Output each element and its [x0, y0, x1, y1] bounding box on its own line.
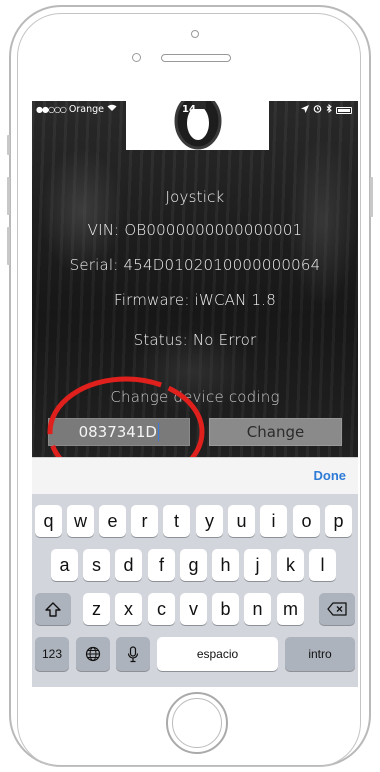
key-j[interactable]: j [244, 549, 271, 581]
numbers-key[interactable]: 123 [35, 637, 69, 671]
front-camera [191, 30, 199, 38]
change-button[interactable]: Change [209, 418, 342, 446]
power-button [370, 177, 373, 217]
key-n[interactable]: n [244, 593, 271, 625]
done-button[interactable]: Done [314, 468, 347, 483]
vin-label: VIN: OB0000000000000001 [87, 221, 303, 239]
key-c[interactable]: c [148, 593, 175, 625]
key-r[interactable]: r [131, 505, 158, 537]
wifi-icon [107, 104, 117, 115]
return-key[interactable]: intro [285, 637, 355, 671]
key-m[interactable]: m [277, 593, 304, 625]
key-z[interactable]: z [83, 593, 110, 625]
shift-arrow-icon [45, 601, 61, 617]
key-q[interactable]: q [35, 505, 62, 537]
key-p[interactable]: p [325, 505, 352, 537]
status-label: Status: No Error [133, 331, 257, 349]
globe-key[interactable] [76, 637, 110, 671]
key-l[interactable]: l [309, 549, 336, 581]
signal-strength-dots: ●●○○○ [36, 105, 67, 114]
globe-icon [85, 646, 101, 662]
backspace-icon [327, 602, 347, 616]
microphone-icon [127, 645, 139, 662]
device-coding-input[interactable]: 0837341D [48, 418, 190, 446]
volume-down-button [7, 227, 10, 265]
key-o[interactable]: o [293, 505, 320, 537]
keyboard: q w e r t y u i o p a s d f g h j k l z … [32, 494, 358, 687]
firmware-label: Firmware: iWCAN 1.8 [114, 291, 276, 309]
key-k[interactable]: k [277, 549, 304, 581]
key-i[interactable]: i [260, 505, 287, 537]
key-s[interactable]: s [83, 549, 110, 581]
key-t[interactable]: t [163, 505, 190, 537]
device-coding-value: 0837341D [78, 423, 157, 441]
key-x[interactable]: x [115, 593, 142, 625]
serial-label: Serial: 454D0102010000000064 [69, 256, 321, 274]
key-u[interactable]: u [228, 505, 255, 537]
space-key[interactable]: espacio [157, 637, 278, 671]
text-cursor [157, 423, 160, 441]
mute-switch [7, 135, 10, 155]
key-b[interactable]: b [212, 593, 239, 625]
home-button-ring [172, 698, 222, 748]
status-bar: ●●○○○ Orange 14 [32, 101, 358, 119]
shift-key[interactable] [35, 593, 71, 625]
phone-screen: ●●○○○ Orange 14 Joystick VIN: OB00000000… [32, 101, 358, 687]
key-y[interactable]: y [196, 505, 223, 537]
dictation-key[interactable] [116, 637, 150, 671]
alarm-clock-icon [313, 104, 322, 116]
earpiece-speaker [161, 54, 231, 62]
battery-icon [336, 106, 352, 114]
backspace-key[interactable] [319, 593, 355, 625]
key-w[interactable]: w [67, 505, 94, 537]
bluetooth-icon [326, 103, 332, 116]
carrier-name: Orange [68, 104, 105, 115]
change-coding-title: Change device coding [110, 388, 280, 406]
device-name: Joystick [165, 188, 225, 206]
volume-up-button [7, 177, 10, 215]
home-button[interactable] [166, 692, 228, 754]
key-d[interactable]: d [115, 549, 142, 581]
key-v[interactable]: v [180, 593, 207, 625]
location-arrow-icon [301, 104, 309, 116]
keyboard-accessory-bar: Done [32, 457, 358, 495]
key-a[interactable]: a [51, 549, 78, 581]
status-time: 14 [182, 104, 196, 115]
key-g[interactable]: g [180, 549, 207, 581]
key-h[interactable]: h [212, 549, 239, 581]
key-e[interactable]: e [99, 505, 126, 537]
key-f[interactable]: f [148, 549, 175, 581]
proximity-sensor [132, 53, 141, 62]
